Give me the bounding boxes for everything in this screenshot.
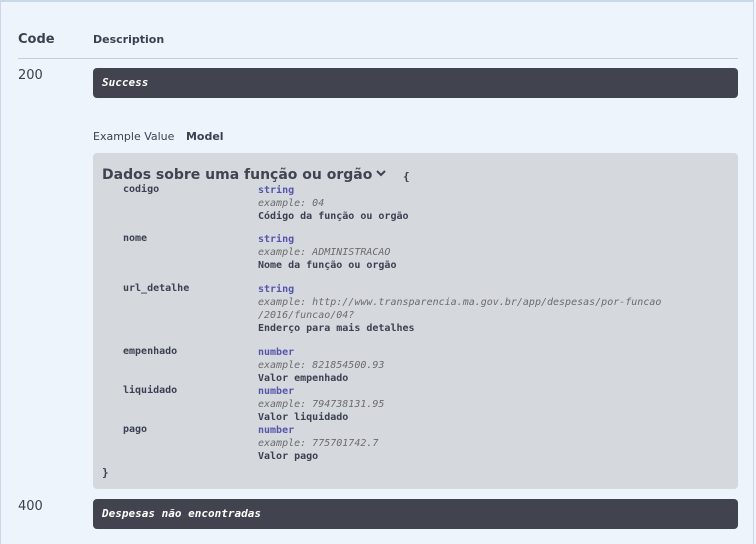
header-divider bbox=[18, 58, 738, 59]
property-description: Valor pago bbox=[258, 451, 319, 462]
column-header-code: Code bbox=[18, 32, 55, 47]
property-example: example: 775701742.7 bbox=[258, 438, 379, 449]
property-example: example: 794738131.95 bbox=[258, 399, 385, 410]
property-detail-codigo: string example: 04 Código da função ou o… bbox=[258, 184, 409, 223]
tab-example-value[interactable]: Example Value bbox=[93, 130, 174, 143]
model-title: Dados sobre uma função ou orgão bbox=[102, 167, 373, 183]
property-example: example: 04 bbox=[258, 198, 325, 209]
property-type: number bbox=[258, 425, 295, 436]
example-tabs: Example Value Model bbox=[93, 130, 224, 143]
column-header-description: Description bbox=[93, 33, 165, 46]
property-detail-pago: number example: 775701742.7 Valor pago bbox=[258, 424, 378, 463]
response-code-200: 200 bbox=[18, 68, 43, 83]
response-code-400: 400 bbox=[18, 499, 43, 514]
property-detail-nome: string example: ADMINISTRACAO Nome da fu… bbox=[258, 233, 396, 272]
property-example: example: 821854500.93 bbox=[258, 360, 385, 371]
property-example: example: ADMINISTRACAO bbox=[258, 247, 391, 258]
property-name-empenhado: empenhado bbox=[123, 346, 178, 357]
tab-model[interactable]: Model bbox=[186, 130, 224, 143]
close-brace: } bbox=[102, 466, 109, 479]
property-description: Código da função ou orgão bbox=[258, 211, 409, 222]
property-detail-url-detalhe: string example: http://www.transparencia… bbox=[258, 283, 661, 335]
property-name-codigo: codigo bbox=[123, 184, 160, 195]
property-name-pago: pago bbox=[123, 424, 148, 435]
property-detail-empenhado: number example: 821854500.93 Valor empen… bbox=[258, 346, 384, 385]
property-name-liquidado: liquidado bbox=[123, 385, 178, 396]
model-title-toggle[interactable]: Dados sobre uma função ou orgão bbox=[102, 167, 387, 183]
property-description: Valor liquidado bbox=[258, 412, 349, 423]
response-description-400: Despesas não encontradas bbox=[93, 499, 738, 529]
property-type: string bbox=[258, 185, 295, 196]
property-type: number bbox=[258, 347, 295, 358]
responses-panel: Code Description 200 Success Example Val… bbox=[0, 0, 754, 544]
model-schema-box: Dados sobre uma função ou orgão { codigo… bbox=[93, 153, 738, 489]
property-name-url-detalhe: url_detalhe bbox=[123, 283, 190, 294]
property-example: example: http://www.transparencia.ma.gov… bbox=[258, 297, 662, 308]
property-example-continued: /2016/funcao/04? bbox=[258, 310, 355, 321]
property-detail-liquidado: number example: 794738131.95 Valor liqui… bbox=[258, 385, 384, 424]
property-type: number bbox=[258, 386, 295, 397]
open-brace: { bbox=[403, 170, 410, 183]
property-description: Nome da função ou orgão bbox=[258, 260, 397, 271]
property-type: string bbox=[258, 284, 295, 295]
property-type: string bbox=[258, 234, 295, 245]
property-description: Valor empenhado bbox=[258, 373, 349, 384]
chevron-down-icon bbox=[375, 167, 387, 183]
response-description-200: Success bbox=[93, 68, 738, 98]
property-name-nome: nome bbox=[123, 233, 148, 244]
property-description: Enderço para mais detalhes bbox=[258, 323, 415, 334]
